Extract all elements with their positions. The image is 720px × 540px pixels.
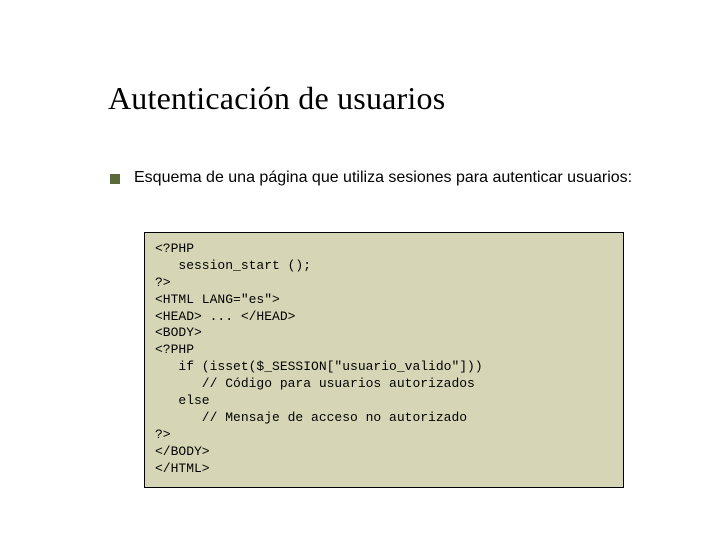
bullet-item: Esquema de una página que utiliza sesion… xyxy=(110,168,650,188)
bullet-text: Esquema de una página que utiliza sesion… xyxy=(134,168,632,188)
page-title: Autenticación de usuarios xyxy=(108,80,445,117)
square-bullet-icon xyxy=(110,174,120,184)
code-block: <?PHP session_start (); ?> <HTML LANG="e… xyxy=(144,232,624,488)
slide: Autenticación de usuarios Esquema de una… xyxy=(0,0,720,540)
